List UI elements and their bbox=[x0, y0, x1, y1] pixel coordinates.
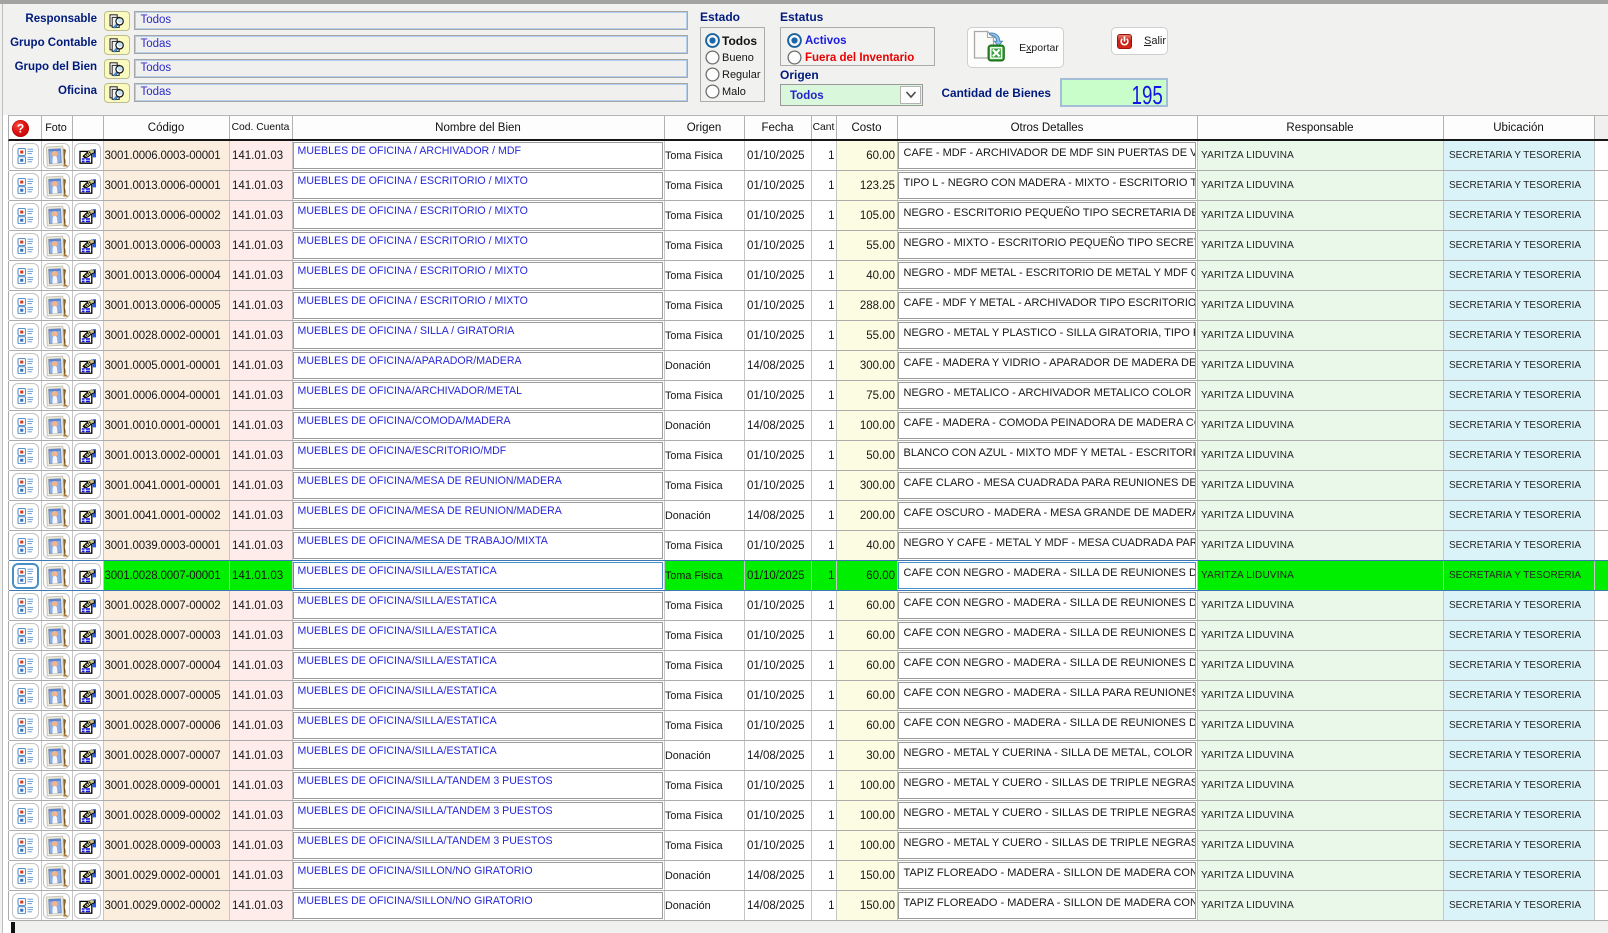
svg-text:?: ? bbox=[16, 122, 23, 136]
